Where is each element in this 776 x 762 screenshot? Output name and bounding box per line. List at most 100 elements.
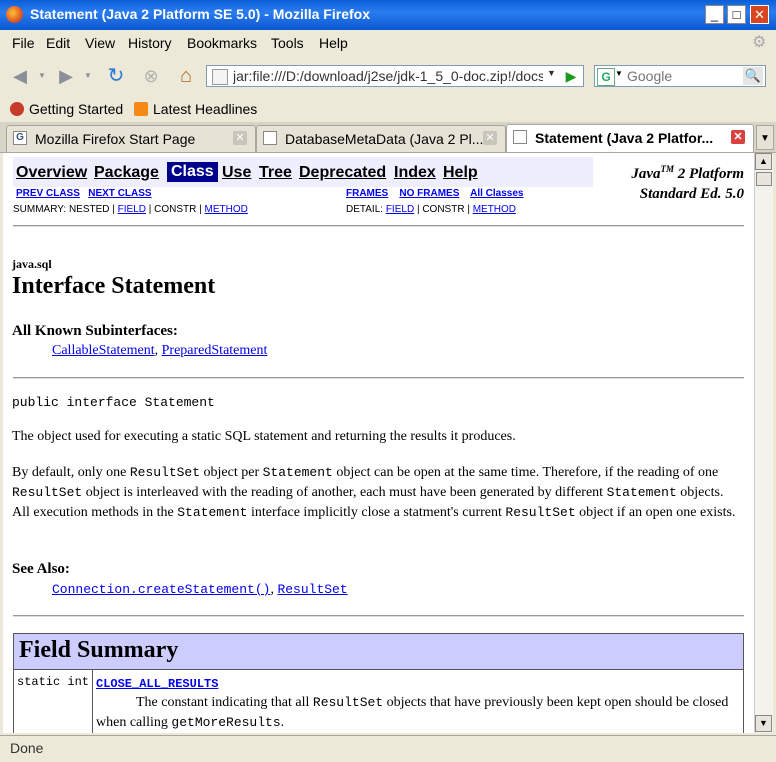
tab-close-icon[interactable]: ✕ xyxy=(731,130,745,144)
tab-label: Statement (Java 2 Platfor... xyxy=(535,130,714,146)
window-title: Statement (Java 2 Platform SE 5.0) - Moz… xyxy=(30,6,370,22)
nav-tree-link[interactable]: Tree xyxy=(259,164,292,182)
bookmarks-toolbar: Getting Started Latest Headlines xyxy=(0,98,776,122)
summary-prefix: SUMMARY: NESTED | xyxy=(13,204,118,215)
search-input[interactable] xyxy=(627,67,737,85)
url-input[interactable] xyxy=(233,67,543,85)
maximize-button[interactable]: □ xyxy=(727,5,746,24)
title-bar: Statement (Java 2 Platform SE 5.0) - Moz… xyxy=(0,0,776,30)
vertical-scrollbar[interactable]: ▲ ▼ xyxy=(754,153,773,733)
divider xyxy=(13,615,744,617)
getting-started-icon xyxy=(10,102,24,116)
preparedstatement-link[interactable]: PreparedStatement xyxy=(162,343,268,358)
text: object if an open one exists. xyxy=(575,505,736,520)
nav-help-link[interactable]: Help xyxy=(443,164,478,182)
go-icon[interactable]: ▶ xyxy=(562,67,580,85)
home-icon[interactable]: ⌂ xyxy=(174,64,198,88)
field-description: The constant indicating that all ResultS… xyxy=(96,693,736,733)
package-name: java.sql xyxy=(12,257,52,271)
scroll-down-icon[interactable]: ▼ xyxy=(755,715,772,732)
detail-method-link[interactable]: METHOD xyxy=(473,204,516,215)
tab-statement[interactable]: Statement (Java 2 Platfor... ✕ xyxy=(506,124,754,152)
close-all-results-link[interactable]: CLOSE_ALL_RESULTS xyxy=(96,677,218,691)
firefox-icon xyxy=(6,6,23,23)
stop-icon[interactable]: ⊗ xyxy=(139,64,163,88)
summary-method-link[interactable]: METHOD xyxy=(205,204,248,215)
detail-prefix: DETAIL: xyxy=(346,204,386,215)
tab-close-icon[interactable]: ✕ xyxy=(233,131,247,145)
menu-view[interactable]: View xyxy=(85,35,115,51)
description-body: By default, only one ResultSet object pe… xyxy=(12,463,742,523)
tab-close-icon[interactable]: ✕ xyxy=(483,131,497,145)
field-summary-table: Field Summary static int CLOSE_ALL_RESUL… xyxy=(13,633,744,733)
code-resultset: ResultSet xyxy=(312,695,384,710)
platform-java: Java xyxy=(631,166,661,182)
tab-firefox-start-page[interactable]: G Mozilla Firefox Start Page ✕ xyxy=(6,125,256,152)
text: interface implicitly close a statment's … xyxy=(247,505,506,520)
reload-icon[interactable]: ↻ xyxy=(104,64,128,88)
bookmark-label: Getting Started xyxy=(29,101,124,117)
url-bar[interactable]: ▼ xyxy=(206,65,584,87)
see-also-links: Connection.createStatement(), ResultSet xyxy=(52,582,348,597)
back-history-dropdown[interactable]: ▼ xyxy=(36,64,48,88)
all-classes-link[interactable]: All Classes xyxy=(470,188,523,199)
interface-signature: public interface Statement xyxy=(12,395,215,410)
text: The constant indicating that all xyxy=(136,695,313,710)
status-bar: Done xyxy=(0,735,776,762)
code-getmoreresults: getMoreResults xyxy=(171,715,281,730)
separator: , xyxy=(154,343,162,358)
engine-dropdown-icon[interactable]: ▼ xyxy=(615,69,623,78)
nav-class-current: Class xyxy=(167,162,218,182)
scroll-up-icon[interactable]: ▲ xyxy=(755,153,772,170)
list-all-tabs-button[interactable]: ▼ xyxy=(756,125,774,150)
detail-field-link[interactable]: FIELD xyxy=(386,204,414,215)
text: object per xyxy=(200,465,263,480)
search-bar[interactable]: G ▼ 🔍 xyxy=(594,65,766,87)
menu-history[interactable]: History xyxy=(128,35,172,51)
frame-links: FRAMES NO FRAMES All Classes xyxy=(346,188,523,199)
menu-help[interactable]: Help xyxy=(319,35,348,51)
menu-tools[interactable]: Tools xyxy=(271,35,304,51)
bookmark-latest-headlines[interactable]: Latest Headlines xyxy=(134,101,257,117)
resultset-link[interactable]: ResultSet xyxy=(277,582,347,597)
menu-file[interactable]: File xyxy=(12,35,35,51)
nav-deprecated-link[interactable]: Deprecated xyxy=(299,164,386,182)
text: By default, only one xyxy=(12,465,130,480)
text: . xyxy=(280,715,285,730)
connection-createstatement-link[interactable]: Connection.createStatement() xyxy=(52,582,270,597)
prev-class-link[interactable]: PREV CLASS xyxy=(16,188,80,199)
back-icon[interactable]: ◀ xyxy=(8,64,32,88)
forward-icon[interactable]: ▶ xyxy=(54,64,78,88)
frames-link[interactable]: FRAMES xyxy=(346,188,388,199)
next-class-link[interactable]: NEXT CLASS xyxy=(88,188,151,199)
nav-overview-link[interactable]: Overview xyxy=(16,164,87,182)
nav-index-link[interactable]: Index xyxy=(394,164,436,182)
tab-databasemetadata[interactable]: DatabaseMetaData (Java 2 Pl... ✕ xyxy=(256,125,506,152)
google-engine-icon[interactable]: G xyxy=(597,68,615,86)
google-favicon-icon: G xyxy=(13,131,27,145)
class-nav-links: PREV CLASS NEXT CLASS xyxy=(16,188,152,199)
menu-bar: File Edit View History Bookmarks Tools H… xyxy=(0,30,776,56)
menu-edit[interactable]: Edit xyxy=(46,35,70,51)
bookmark-getting-started[interactable]: Getting Started xyxy=(10,101,123,117)
detail-links: DETAIL: FIELD | CONSTR | METHOD xyxy=(346,204,516,215)
platform-edition: Standard Ed. 5.0 xyxy=(639,186,744,202)
callablestatement-link[interactable]: CallableStatement xyxy=(52,343,155,358)
menu-bookmarks[interactable]: Bookmarks xyxy=(187,35,257,51)
code-resultset: ResultSet xyxy=(129,465,201,480)
summary-field-link[interactable]: FIELD xyxy=(118,204,146,215)
url-history-dropdown-icon[interactable]: ▼ xyxy=(547,68,556,78)
scrollbar-thumb[interactable] xyxy=(756,172,772,186)
description-intro: The object used for executing a static S… xyxy=(12,429,516,444)
no-frames-link[interactable]: NO FRAMES xyxy=(399,188,459,199)
nav-use-link[interactable]: Use xyxy=(222,164,251,182)
minimize-button[interactable]: _ xyxy=(705,5,724,24)
search-icon[interactable]: 🔍 xyxy=(743,67,763,85)
close-button[interactable]: ✕ xyxy=(750,5,769,24)
forward-history-dropdown[interactable]: ▼ xyxy=(82,64,94,88)
code-resultset: ResultSet xyxy=(12,485,83,500)
status-text: Done xyxy=(10,740,44,756)
code-statement: Statement xyxy=(177,505,248,520)
throbber-icon: ⚙ xyxy=(752,34,767,51)
nav-package-link[interactable]: Package xyxy=(94,164,159,182)
